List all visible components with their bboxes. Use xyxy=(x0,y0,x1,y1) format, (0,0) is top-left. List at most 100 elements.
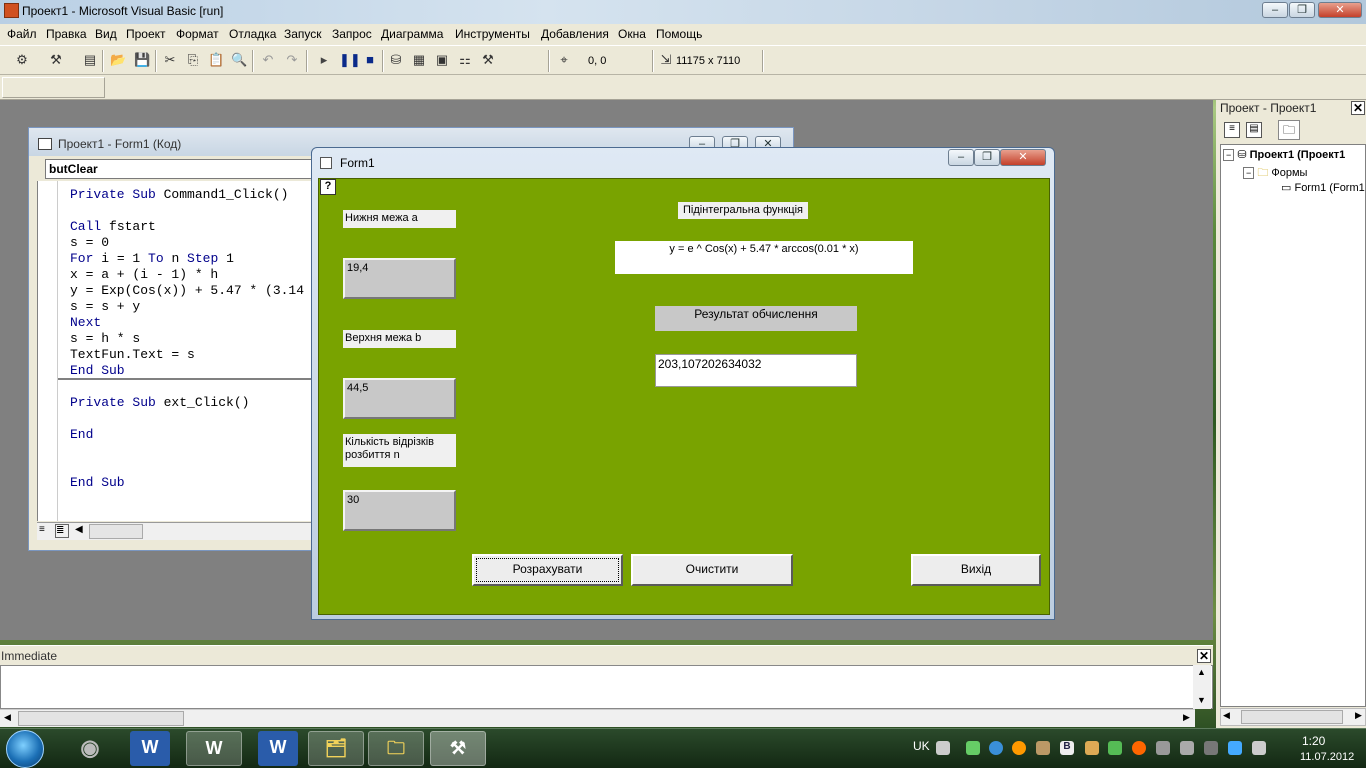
word-document-icon[interactable]: W xyxy=(258,731,298,766)
visual-basic-icon[interactable]: ⚒ xyxy=(430,731,486,766)
save-icon[interactable]: 💾 xyxy=(134,52,150,68)
scroll-thumb[interactable] xyxy=(1241,710,1343,724)
form-layout-icon[interactable]: ▣ xyxy=(434,52,450,68)
view-object-icon[interactable]: ▤ xyxy=(1246,122,1262,138)
folder-window-icon[interactable]: 🗀 xyxy=(368,731,424,766)
collapse-icon[interactable]: − xyxy=(1243,167,1255,179)
language-indicator[interactable]: UK xyxy=(913,739,930,753)
find-icon[interactable]: 🔍 xyxy=(231,52,247,68)
clock-time[interactable]: 1:20 xyxy=(1302,734,1325,748)
immediate-input[interactable] xyxy=(0,665,1213,709)
explorer-icon[interactable]: 🗂 xyxy=(308,731,364,766)
result-output[interactable]: 203,107202634032 xyxy=(655,354,857,387)
webcam-app-icon[interactable]: ◉ xyxy=(62,731,118,766)
scroll-down-icon[interactable]: ▼ xyxy=(1197,695,1206,705)
menu-view[interactable]: Вид xyxy=(95,27,117,41)
scroll-up-icon[interactable]: ▲ xyxy=(1197,667,1206,677)
add-project-icon[interactable]: ⚙ xyxy=(14,52,30,68)
scroll-left-icon[interactable]: ◀ xyxy=(75,524,83,535)
tree-node-form1[interactable]: ▭ Form1 (Form1 xyxy=(1281,181,1365,194)
menu-format[interactable]: Формат xyxy=(176,27,219,41)
collapse-icon[interactable]: − xyxy=(1223,149,1235,161)
immediate-horizontal-scrollbar[interactable]: ◀ ▶ xyxy=(0,709,1195,727)
segments-count-input[interactable]: 30 xyxy=(343,490,456,531)
close-button[interactable]: ✕ xyxy=(1318,2,1362,18)
stop-icon[interactable]: ■ xyxy=(362,52,378,68)
volume-icon[interactable] xyxy=(1180,741,1194,755)
screen-icon[interactable] xyxy=(1228,741,1242,755)
chrome-like-icon[interactable] xyxy=(1132,741,1146,755)
minimize-button[interactable]: – xyxy=(1262,2,1288,18)
copy-icon[interactable]: ⎘ xyxy=(185,52,201,68)
toggle-folders-icon[interactable]: 🗀 xyxy=(1278,120,1300,140)
calculate-button[interactable]: Розрахувати xyxy=(472,554,623,586)
menu-file[interactable]: Файл xyxy=(7,27,37,41)
form1-close-button[interactable]: ✕ xyxy=(1000,149,1046,166)
undo-icon[interactable]: ↶ xyxy=(260,52,276,68)
keyboard-icon[interactable] xyxy=(936,741,950,755)
scroll-right-icon[interactable]: ▶ xyxy=(1355,710,1362,721)
start-button[interactable] xyxy=(6,730,44,768)
view-code-icon[interactable]: ≡ xyxy=(1224,122,1240,138)
paste-icon[interactable]: 📋 xyxy=(208,52,224,68)
upper-limit-input[interactable]: 44,5 xyxy=(343,378,456,419)
network-icon[interactable] xyxy=(1156,741,1170,755)
immediate-close-button[interactable]: ✕ xyxy=(1197,649,1211,663)
tree-node-project[interactable]: − ⛁ Проект1 (Проект1 xyxy=(1223,148,1345,161)
keyboard-layout-icon[interactable] xyxy=(1252,741,1266,755)
menu-editor-icon[interactable]: ▤ xyxy=(82,52,98,68)
object-combo[interactable]: butClear xyxy=(45,159,315,179)
b-app-icon[interactable]: B xyxy=(1060,741,1074,755)
pause-icon[interactable]: ❚❚ xyxy=(339,52,361,68)
package-icon[interactable] xyxy=(1036,741,1050,755)
word-window-icon[interactable]: W xyxy=(186,731,242,766)
sync-icon[interactable] xyxy=(989,741,1003,755)
flag-icon[interactable] xyxy=(1204,741,1218,755)
menu-addins[interactable]: Добавления xyxy=(541,27,609,41)
project-explorer-icon[interactable]: ⛁ xyxy=(388,52,404,68)
add-form-icon[interactable]: ⚒ xyxy=(48,52,64,68)
code-editor[interactable]: Private Sub Command1_Click() Call fstart… xyxy=(37,181,314,521)
menu-query[interactable]: Запрос xyxy=(332,27,372,41)
form1-minimize-button[interactable]: – xyxy=(948,149,974,166)
cut-icon[interactable]: ✂ xyxy=(162,52,178,68)
menu-window[interactable]: Окна xyxy=(618,27,646,41)
project-explorer-close-button[interactable]: ✕ xyxy=(1351,101,1365,115)
redo-icon[interactable]: ↷ xyxy=(284,52,300,68)
code-horizontal-scrollbar[interactable]: ≡ ≣ ◀ xyxy=(37,522,313,540)
start-icon[interactable]: ▸ xyxy=(316,52,332,68)
scroll-thumb[interactable] xyxy=(89,524,143,539)
scroll-right-icon[interactable]: ▶ xyxy=(1183,712,1190,723)
menu-project[interactable]: Проект xyxy=(126,27,166,41)
menu-help[interactable]: Помощь xyxy=(656,27,702,41)
project-tree[interactable]: − ⛁ Проект1 (Проект1 − 🗀 Формы ▭ Form1 (… xyxy=(1220,144,1366,707)
properties-icon[interactable]: ▦ xyxy=(411,52,427,68)
form1-maximize-button[interactable]: ❐ xyxy=(974,149,1000,166)
scroll-left-icon[interactable]: ◀ xyxy=(1223,710,1230,721)
update-icon[interactable] xyxy=(1108,741,1122,755)
scroll-thumb[interactable] xyxy=(18,711,184,726)
clear-button[interactable]: Очистити xyxy=(631,554,793,586)
project-horizontal-scrollbar[interactable]: ◀ ▶ xyxy=(1220,708,1366,726)
lower-limit-input[interactable]: 19,4 xyxy=(343,258,456,299)
menu-debug[interactable]: Отладка xyxy=(229,27,276,41)
app-tray-icon[interactable] xyxy=(1012,741,1026,755)
battery-icon[interactable] xyxy=(966,741,980,755)
help-icon[interactable]: ? xyxy=(320,179,336,195)
menu-diagram[interactable]: Диаграмма xyxy=(381,27,443,41)
procedure-view-icon[interactable]: ≡ xyxy=(39,524,53,538)
menu-run[interactable]: Запуск xyxy=(284,27,322,41)
immediate-vertical-scrollbar[interactable]: ▲ ▼ xyxy=(1193,665,1211,709)
menu-tools[interactable]: Инструменты xyxy=(455,27,530,41)
object-browser-icon[interactable]: ⚏ xyxy=(457,52,473,68)
menu-edit[interactable]: Правка xyxy=(46,27,87,41)
word-icon[interactable]: W xyxy=(130,731,170,766)
full-module-view-icon[interactable]: ≣ xyxy=(55,524,69,538)
clock-date[interactable]: 11.07.2012 xyxy=(1300,751,1354,763)
exit-button[interactable]: Вихід xyxy=(911,554,1041,586)
scroll-left-icon[interactable]: ◀ xyxy=(4,712,11,723)
tool-icon[interactable] xyxy=(1085,741,1099,755)
toolbox-icon[interactable]: ⚒ xyxy=(480,52,496,68)
open-icon[interactable]: 📂 xyxy=(110,52,126,68)
maximize-button[interactable]: ❐ xyxy=(1289,2,1315,18)
